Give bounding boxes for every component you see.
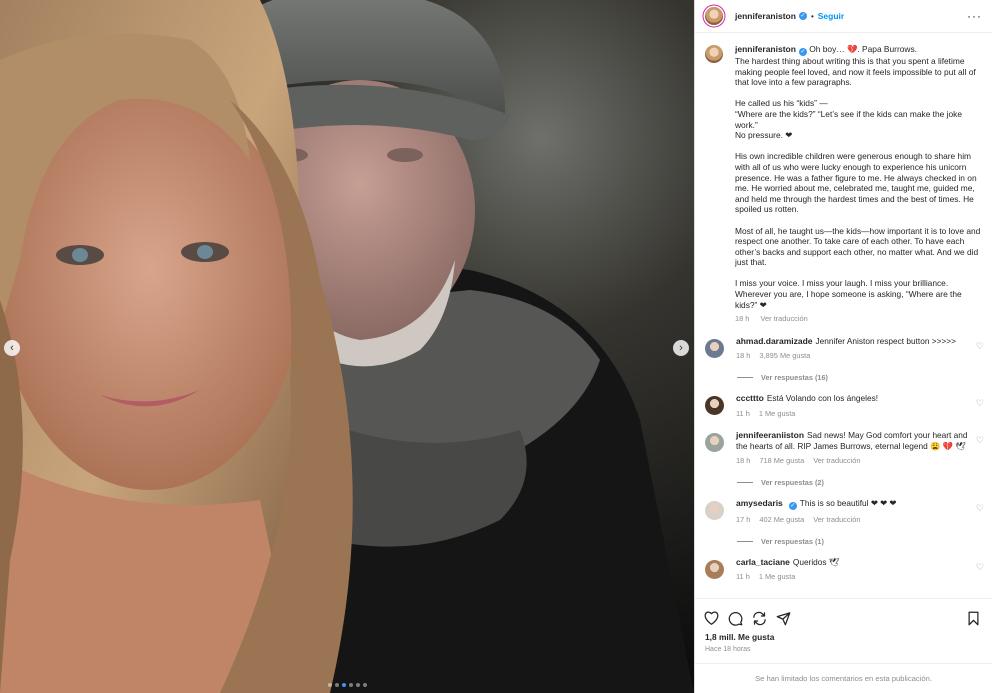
view-replies-label: Ver respuestas (2) [761, 478, 824, 487]
view-replies-button[interactable]: Ver respuestas (2) [737, 478, 992, 487]
comment-like-heart-icon[interactable]: ♡ [976, 398, 984, 409]
comment-time: 18 h [736, 351, 751, 361]
comment-likes[interactable]: 3,895 Me gusta [759, 351, 810, 360]
likes-count[interactable]: 1,8 mill. Me gusta [695, 629, 992, 642]
replies-divider-line [737, 482, 753, 483]
follow-button[interactable]: Seguir [818, 11, 844, 21]
comment-like-heart-icon[interactable]: ♡ [976, 341, 984, 352]
translate-link[interactable]: Ver traducción [760, 314, 807, 323]
commenter-username[interactable]: amysedaris [736, 498, 783, 508]
verified-badge-icon: ✓ [798, 48, 807, 56]
post-side-panel: jenniferaniston ✓ • Seguir ··· jennifera… [694, 0, 992, 693]
author-username[interactable]: jenniferaniston [735, 11, 796, 21]
commenter-avatar[interactable] [705, 559, 724, 579]
translate-link[interactable]: Ver traducción [813, 515, 860, 524]
comment-time: 17 h [736, 515, 751, 524]
carousel-dots [328, 683, 367, 687]
post-photo: ‹ › [0, 0, 694, 693]
comment-item: amysedaris ✓ This is so beautiful ❤ ❤ ❤ 17 … [695, 498, 992, 546]
carousel-dot-active [342, 683, 346, 687]
post-time: Hace 18 horas [705, 646, 751, 653]
comment-like-heart-icon[interactable]: ♡ [976, 503, 984, 514]
comment-likes[interactable]: 718 Me gusta [759, 456, 804, 465]
comment-time: 11 h [736, 408, 750, 418]
caption-text: He called us his “kids” — “Where are the … [735, 98, 963, 141]
carousel-dot [335, 683, 339, 687]
caption-text: I miss your voice. I miss your laugh. I … [735, 278, 962, 310]
comment-likes[interactable]: 1 Me gusta [759, 409, 796, 418]
author-avatar[interactable] [705, 7, 723, 25]
caption-paragraph-3: His own incredible children were generou… [735, 151, 982, 215]
caption-paragraph-4: Most of all, he taught us—the kids—how i… [735, 226, 982, 268]
caption-paragraph-1: jenniferaniston ✓ Oh boy… 💔. Papa Burrows… [735, 44, 982, 88]
carousel-dot [356, 683, 360, 687]
caption-username[interactable]: jenniferaniston [735, 44, 796, 54]
post-actions: 1,8 mill. Me gusta Hace 18 horas Se han … [695, 598, 992, 692]
caption-paragraph-2: He called us his “kids” — “Where are the … [735, 98, 982, 140]
comment-meta: 17 h 402 Me gusta Ver traducción [736, 515, 976, 526]
heart-icon[interactable] [703, 610, 720, 627]
verified-badge-icon: ✓ [788, 502, 797, 510]
share-icon[interactable] [751, 610, 768, 627]
comment-like-heart-icon[interactable]: ♡ [976, 562, 984, 573]
comments-scroll-area[interactable]: jenniferaniston ✓ Oh boy… 💔. Papa Burrows… [695, 33, 992, 598]
caption-time: 18 h [735, 314, 750, 324]
view-replies-label: Ver respuestas (16) [761, 373, 828, 383]
commenter-username[interactable]: ahmad.daramizade [736, 336, 813, 346]
carousel-dot [363, 683, 367, 687]
caption-author-avatar[interactable] [705, 45, 723, 63]
comment-likes[interactable]: 402 Me gusta [759, 515, 804, 524]
selfie-image [0, 0, 694, 693]
carousel-dot [349, 683, 353, 687]
more-options-icon[interactable]: ··· [967, 9, 982, 23]
comment-likes[interactable]: 1 Me gusta [759, 572, 796, 581]
comment-like-heart-icon[interactable]: ♡ [976, 435, 984, 446]
comment-text: This is so beautiful ❤ ❤ ❤ [799, 498, 897, 508]
view-replies-button[interactable]: Ver respuestas (1) [737, 537, 992, 546]
caption-meta: 18 h Ver traducción [735, 314, 982, 325]
commenter-username[interactable]: cccttto [736, 393, 764, 403]
translate-link[interactable]: Ver traducción [813, 456, 860, 465]
view-replies-label: Ver respuestas (1) [761, 536, 824, 546]
carousel-next-button[interactable]: › [673, 340, 689, 356]
commenter-avatar[interactable] [705, 433, 724, 453]
post-caption: jenniferaniston ✓ Oh boy… 💔. Papa Burrows… [695, 33, 992, 325]
comment-meta: 11 h 1 Me gusta [736, 409, 976, 420]
comments-list: ahmad.daramizade Jennifer Aniston respect… [695, 336, 992, 583]
comment-text: Queridos 🕊 [792, 556, 840, 567]
commenter-avatar[interactable] [705, 501, 724, 520]
caption-paragraph-5: I miss your voice. I miss your laugh. I … [735, 278, 982, 310]
verified-badge-icon: ✓ [798, 12, 807, 20]
carousel-prev-button[interactable]: ‹ [4, 340, 20, 356]
replies-divider-line [737, 540, 753, 542]
view-replies-button[interactable]: Ver respuestas (16) [737, 373, 992, 382]
commenter-username[interactable]: carla_taciane [736, 557, 790, 567]
comment-meta: 11 h 1 Me gusta [736, 572, 976, 583]
caption-text: Most of all, he taught us—the kids—how i… [735, 225, 981, 268]
comment-item: jennifeeraniiston Sad news! May God comfo… [695, 430, 992, 487]
carousel-dot [328, 683, 332, 687]
commenter-avatar[interactable] [705, 396, 724, 416]
comment-item: carla_taciane Queridos 🕊 11 h 1 Me gusta ♡ [695, 557, 992, 583]
action-icons [695, 599, 992, 629]
comment-icon[interactable] [727, 610, 744, 627]
replies-divider-line [737, 377, 753, 379]
commenter-username[interactable]: jennifeeraniiston [736, 430, 804, 440]
comment-text: Está Volando con los ángeles! [766, 393, 879, 404]
caption-text: His own incredible children were generou… [735, 151, 977, 215]
bookmark-icon[interactable] [965, 610, 982, 627]
comment-time: 11 h [736, 572, 750, 582]
header-separator: • [810, 11, 814, 21]
comment-item: cccttto Está Volando con los ángeles! 11 h… [695, 393, 992, 419]
send-icon[interactable] [775, 610, 792, 627]
comment-item: ahmad.daramizade Jennifer Aniston respect… [695, 336, 992, 382]
comment-time: 18 h [736, 456, 751, 466]
post-header: jenniferaniston ✓ • Seguir ··· [695, 0, 992, 33]
comment-meta: 18 h 3,895 Me gusta [736, 351, 976, 362]
comments-limited-notice: Se han limitado los comentarios en esta … [695, 663, 992, 692]
commenter-avatar[interactable] [705, 338, 724, 358]
comment-meta: 18 h 718 Me gusta Ver traducción [736, 456, 976, 467]
comment-text: Jennifer Aniston respect button >>>>> [815, 335, 956, 346]
